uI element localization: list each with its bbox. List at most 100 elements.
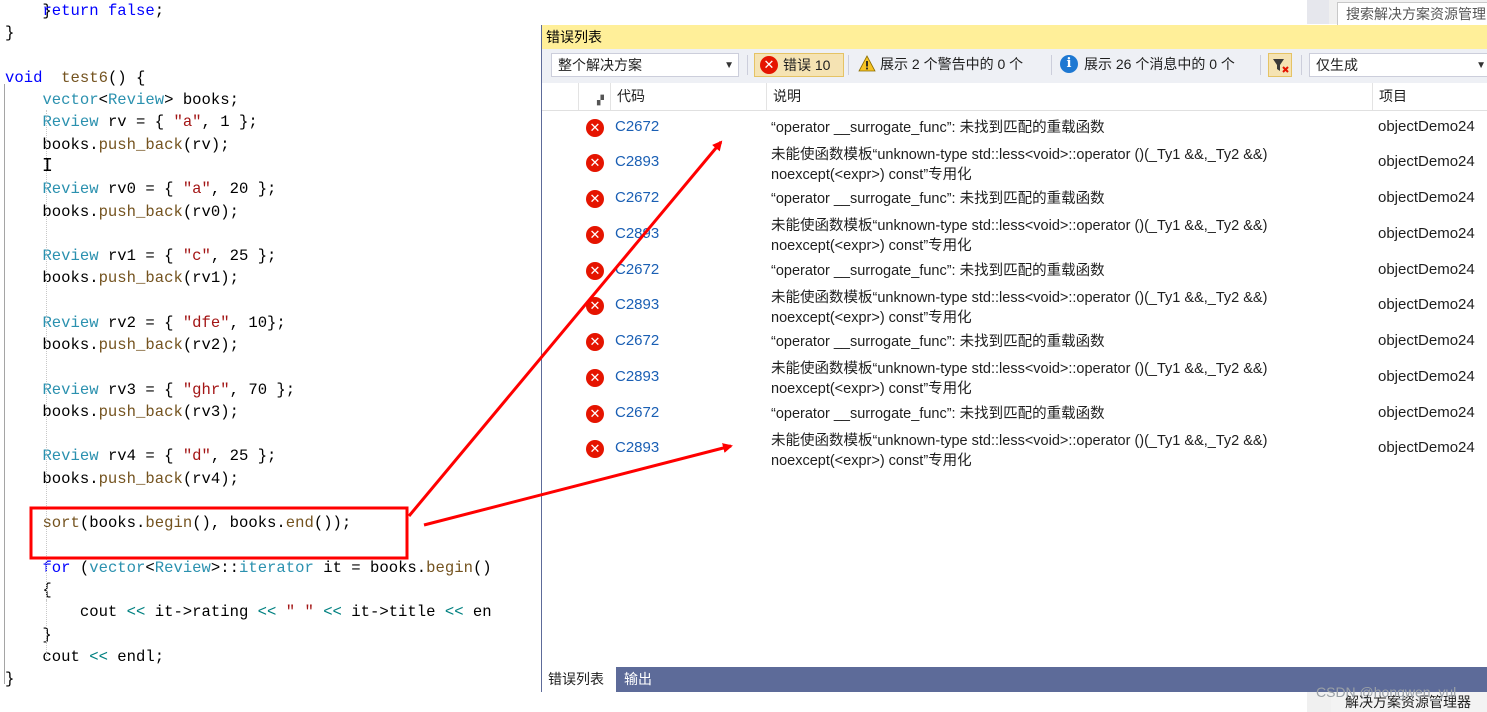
error-code-link[interactable]: C2893 [615, 439, 659, 456]
error-row[interactable]: ✕ C2672 “operator __surrogate_func”: 未找到匹配… [542, 254, 1487, 287]
error-code-link[interactable]: C2672 [615, 118, 659, 135]
code-line: return false; [5, 0, 164, 22]
error-row[interactable]: ✕ C2893 未能使函数模板“unknown-type std::less<voi… [542, 287, 1487, 326]
warning-icon [858, 55, 876, 72]
error-row[interactable]: ✕ C2893 未能使函数模板“unknown-type std::less<voi… [542, 215, 1487, 254]
column-header-project[interactable]: 项目 [1372, 83, 1487, 110]
code-token: "dfe" [182, 314, 230, 332]
scope-dropdown[interactable]: 整个解决方案 ▼ [551, 53, 739, 77]
code-token: books. [5, 203, 99, 221]
error-description-continued: noexcept(<expr>) const”专用化 [771, 238, 972, 254]
code-token: rv3 = { [98, 381, 183, 399]
error-row[interactable]: ✕ C2672 “operator __surrogate_func”: 未找到匹配… [542, 397, 1487, 430]
code-token: push_back [98, 403, 183, 421]
errors-filter-label: 错误 10 [783, 57, 831, 73]
code-token: > books; [164, 91, 239, 109]
code-line: void test6() { [5, 67, 145, 89]
code-token: books. [5, 470, 99, 488]
error-code-link[interactable]: C2893 [615, 225, 659, 242]
code-line: books.push_back(rv2); [5, 334, 239, 356]
error-row[interactable]: ✕ C2672 “operator __surrogate_func”: 未找到匹配… [542, 325, 1487, 358]
tab-error-list[interactable]: 错误列表 [542, 667, 616, 692]
column-header-icon[interactable]: ▞ [578, 83, 610, 110]
chevron-down-icon: ▼ [1476, 60, 1486, 71]
code-token: () { [107, 69, 146, 87]
code-token: ( [70, 559, 90, 577]
code-token: cout [5, 648, 90, 666]
error-project: objectDemo24 [1378, 296, 1475, 313]
warnings-filter-button[interactable]: 展示 2 个警告中的 0 个 [852, 53, 1044, 77]
error-code-link[interactable]: C2893 [615, 296, 659, 313]
error-code-link[interactable]: C2893 [615, 153, 659, 170]
code-token: (rv); [182, 136, 230, 154]
tab-output[interactable]: 输出 [618, 667, 660, 692]
toolbar-divider [1301, 55, 1302, 75]
code-token: Review [107, 91, 165, 109]
code-token: it->title [341, 603, 445, 621]
code-token: , 10}; [229, 314, 286, 332]
column-header-description[interactable]: 说明 [766, 83, 1372, 110]
code-token: "a" [182, 180, 211, 198]
toolbar-divider [848, 55, 849, 75]
code-token: Review [42, 180, 99, 198]
build-filter-dropdown[interactable]: 仅生成 ▼ [1309, 53, 1487, 77]
error-row[interactable]: ✕ C2893 未能使函数模板“unknown-type std::less<voi… [542, 144, 1487, 183]
code-token: push_back [98, 136, 183, 154]
code-token: Review [42, 381, 99, 399]
error-code-link[interactable]: C2672 [615, 332, 659, 349]
code-token: push_back [98, 470, 183, 488]
code-line: } [5, 624, 51, 646]
build-filter-value: 仅生成 [1316, 57, 1358, 73]
code-token: false [107, 2, 155, 20]
errors-filter-button[interactable]: ✕ 错误 10 [754, 53, 844, 77]
error-project: objectDemo24 [1378, 153, 1475, 170]
code-token: " " [285, 603, 314, 621]
panel-title[interactable]: 错误列表 [542, 25, 1487, 49]
error-code-link[interactable]: C2672 [615, 189, 659, 206]
code-token: , 25 }; [210, 447, 277, 465]
error-row[interactable]: ✕ C2672 “operator __surrogate_func”: 未找到匹配… [542, 182, 1487, 215]
error-description: 未能使函数模板“unknown-type std::less<void>::op… [771, 433, 1268, 449]
error-description: “operator __surrogate_func”: 未找到匹配的重载函数 [771, 262, 1105, 279]
code-line: books.push_back(rv0); [5, 201, 239, 223]
code-token: it->rating [145, 603, 258, 621]
error-description: 未能使函数模板“unknown-type std::less<void>::op… [771, 147, 1268, 163]
code-line: cout << endl; [5, 646, 164, 668]
code-token: sort [42, 514, 80, 532]
code-token: vector [42, 91, 99, 109]
funnel-filter-icon [1273, 59, 1289, 73]
column-header-code[interactable]: 代码 [610, 83, 766, 110]
error-code-link[interactable]: C2893 [615, 368, 659, 385]
code-token: cout [5, 603, 127, 621]
error-code-link[interactable]: C2672 [615, 261, 659, 278]
code-token: () [472, 559, 492, 577]
error-row[interactable]: ✕ C2672 “operator __surrogate_func”: 未找到匹配… [542, 111, 1487, 144]
error-description: 未能使函数模板“unknown-type std::less<void>::op… [771, 218, 1268, 234]
error-icon: ✕ [586, 440, 604, 458]
error-code-link[interactable]: C2672 [615, 404, 659, 421]
error-row[interactable]: ✕ C2893 未能使函数模板“unknown-type std::less<voi… [542, 358, 1487, 397]
code-token: (rv4); [182, 470, 239, 488]
error-description: “operator __surrogate_func”: 未找到匹配的重载函数 [771, 119, 1105, 136]
code-token: rv0 = { [98, 180, 183, 198]
error-description: “operator __surrogate_func”: 未找到匹配的重载函数 [771, 190, 1105, 207]
solution-explorer-search-input[interactable]: 搜索解决方案资源管理 [1337, 2, 1487, 26]
error-icon: ✕ [586, 297, 604, 315]
error-project: objectDemo24 [1378, 367, 1475, 385]
code-token: < [145, 559, 155, 577]
code-token: begin [145, 514, 193, 532]
messages-filter-button[interactable]: i 展示 26 个消息中的 0 个 [1056, 53, 1254, 77]
info-icon: i [1060, 55, 1078, 73]
filter-toggle-button[interactable] [1268, 53, 1292, 77]
code-line: cout << it->rating << " " << it->title <… [5, 601, 492, 623]
error-description: “operator __surrogate_func”: 未找到匹配的重载函数 [771, 405, 1105, 422]
error-icon: ✕ [586, 189, 604, 208]
code-token: push_back [98, 336, 183, 354]
code-token: Review [42, 247, 99, 265]
indent-guide [46, 600, 47, 640]
error-icon: ✕ [586, 368, 604, 387]
error-row[interactable]: ✕ C2893 未能使函数模板“unknown-type std::less<voi… [542, 430, 1487, 469]
code-token: books. [5, 403, 99, 421]
error-icon: ✕ [586, 118, 604, 137]
